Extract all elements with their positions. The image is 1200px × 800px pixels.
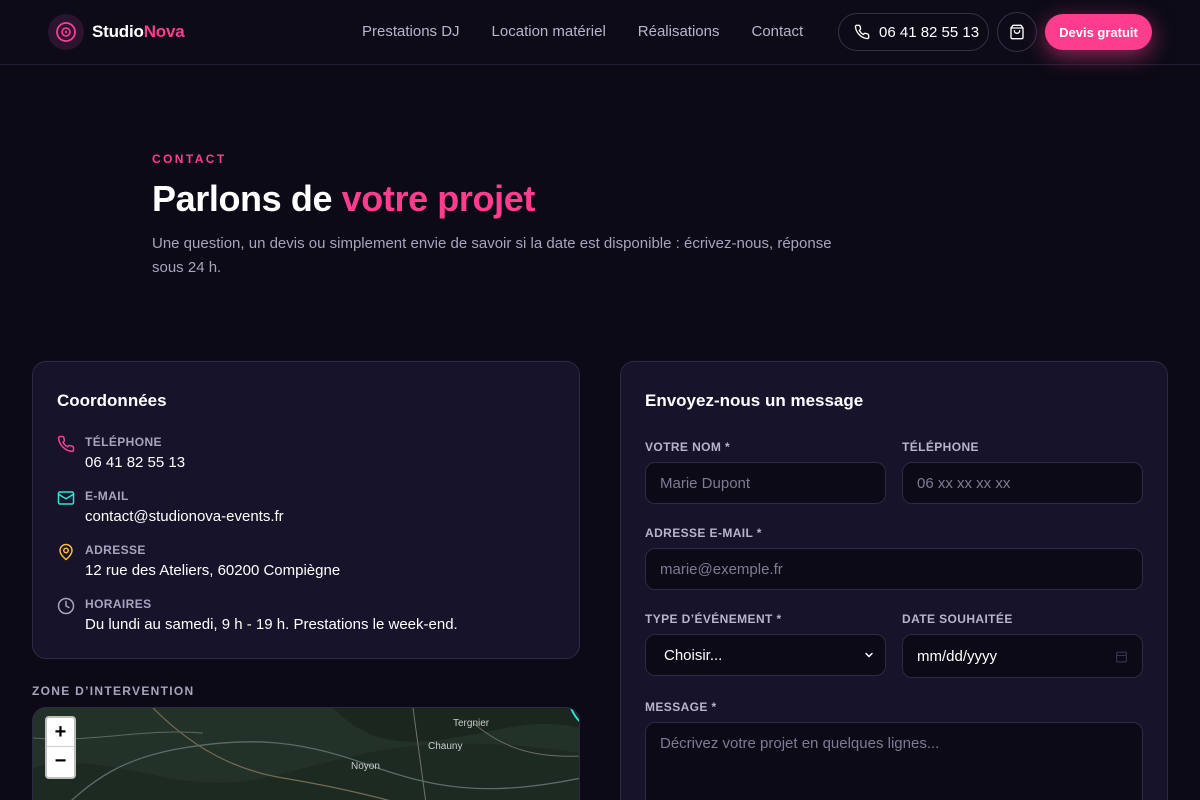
page-title-plain: Parlons de [152,178,342,219]
nav-contact[interactable]: Contact [752,23,804,40]
chevron-down-icon [865,652,873,658]
event-type-label: TYPE D’ÉVÉNEMENT * [645,612,782,626]
map-zoom-out-button[interactable]: − [47,747,74,776]
map-town-label: Tergnier [453,718,490,729]
info-hours-label: HORAIRES [85,597,152,611]
logo[interactable]: StudioNova [48,14,185,50]
info-address: ADRESSE 12 rue des Ateliers, 60200 Compi… [57,543,340,579]
date-field-label: DATE SOUHAITÉE [902,612,1013,626]
phone-field-label: TÉLÉPHONE [902,440,979,454]
header-phone-button[interactable]: 06 41 82 55 13 [838,13,989,51]
logo-text-studio: Studio [92,22,144,41]
info-address-label: ADRESSE [85,543,146,557]
map-zoom-in-button[interactable]: + [47,718,74,747]
service-area-map[interactable]: + − Tergnier Chauny Noyon [32,707,580,800]
service-area-label: ZONE D’INTERVENTION [32,684,195,698]
info-email-label: E-MAIL [85,489,129,503]
info-phone-label: TÉLÉPHONE [85,435,162,449]
free-quote-button[interactable]: Devis gratuit [1045,14,1152,50]
name-input[interactable]: Marie Dupont [645,462,886,504]
cart-button[interactable] [997,12,1037,52]
event-type-select[interactable]: Choisir... [645,634,886,676]
page-title-highlight: votre projet [341,178,536,219]
nav-location-materiel[interactable]: Location matériel [492,23,606,40]
info-phone: TÉLÉPHONE 06 41 82 55 13 [57,435,185,471]
date-input-value: mm/dd/yyyy [917,647,998,665]
contact-form-title: Envoyez-nous un message [645,391,864,410]
email-field-label: ADRESSE E-MAIL * [645,526,762,540]
email-input[interactable]: marie@exemple.fr [645,548,1143,590]
contact-details-card: Coordonnées TÉLÉPHONE 06 41 82 55 13 E-M… [32,361,580,659]
map-town-label: Chauny [428,741,463,752]
info-email: E-MAIL contact@studionova-events.fr [57,489,284,525]
message-textarea[interactable]: Décrivez votre projet en quelques lignes… [645,722,1143,800]
section-eyebrow: CONTACT [152,152,227,166]
page-title: Parlons de votre projet [152,178,535,220]
map-tiles [33,708,579,800]
page-lead: Une question, un devis ou simplement env… [152,235,832,276]
contact-details-title: Coordonnées [57,391,167,410]
phone-input[interactable]: 06 xx xx xx xx [902,462,1143,504]
info-email-value[interactable]: contact@studionova-events.fr [85,508,284,525]
nav-realisations[interactable]: Réalisations [638,23,720,40]
info-hours: HORAIRES Du lundi au samedi, 9 h - 19 h.… [57,597,458,633]
info-address-value: 12 rue des Ateliers, 60200 Compiègne [85,562,341,579]
logo-text: StudioNova [92,22,185,42]
logo-text-nova: Nova [143,22,185,41]
message-field-label: MESSAGE * [645,700,717,714]
date-input[interactable]: mm/dd/yyyy [902,634,1143,678]
site-header: StudioNova Prestations DJ Location matér… [0,0,1200,65]
map-zoom-controls: + − [45,716,76,779]
mail-icon [57,491,75,505]
map-pin-icon [59,543,73,561]
shopping-bag-icon [1010,24,1024,40]
header-phone-number: 06 41 82 55 13 [879,23,980,41]
main-nav: Prestations DJ Location matériel Réalisa… [362,23,835,40]
event-type-value: Choisir... [664,646,723,664]
contact-form-card: Envoyez-nous un message VOTRE NOM * Mari… [620,361,1168,800]
clock-icon [57,597,75,615]
phone-icon [57,435,75,453]
info-hours-value: Du lundi au samedi, 9 h - 19 h. Prestati… [85,616,458,633]
vinyl-logo-icon [48,14,84,50]
calendar-icon[interactable] [1115,650,1128,663]
nav-prestations-dj[interactable]: Prestations DJ [362,23,460,40]
info-phone-value[interactable]: 06 41 82 55 13 [85,454,185,471]
phone-icon [854,24,870,40]
map-town-label: Noyon [351,761,380,772]
name-field-label: VOTRE NOM * [645,440,731,454]
